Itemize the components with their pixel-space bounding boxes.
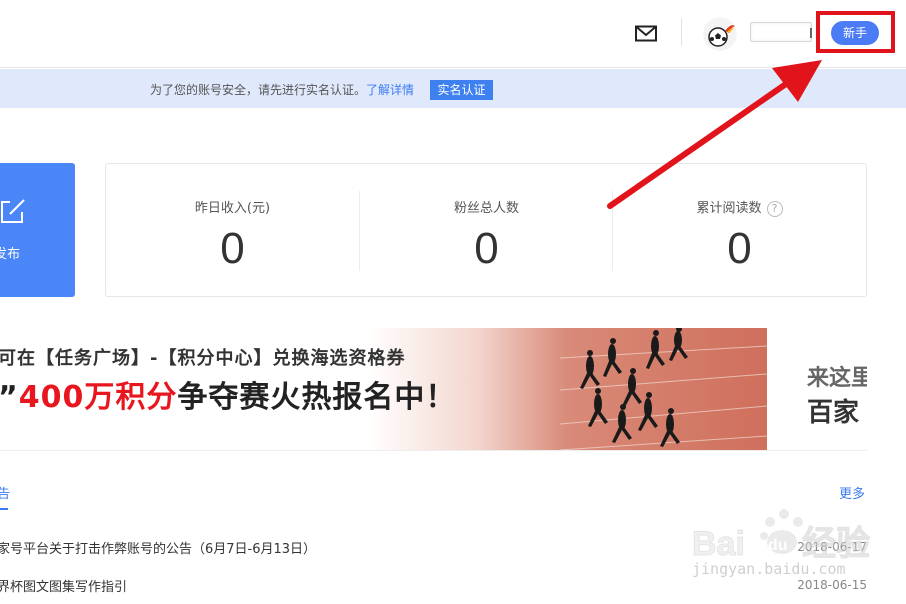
banner2-line2: 百家 [807,398,860,428]
banner-subtitle: 可在【任务广场】-【积分中心】兑换海选资格券 [0,348,406,369]
stat-value: 0 [220,224,245,273]
learn-more-link[interactable]: 了解详情 [366,81,414,98]
username-caret [810,28,814,38]
banner-headline: ”400万积分争夺赛火热报名中！ [0,372,456,416]
section-divider [0,450,867,451]
announcement-title: 界杯图文图集写作指引 [0,580,128,595]
stat-value: 0 [727,224,752,273]
avatar[interactable] [703,17,737,51]
svg-text:Bai: Bai [692,525,745,563]
banner2-line1: 来这里 [807,366,867,391]
verify-button[interactable]: 实名认证 [430,80,493,100]
promo-banner-secondary[interactable]: 来这里 百家 [767,328,867,450]
annotation-arrow [607,60,822,209]
svg-text:du: du [768,537,788,554]
baidu-watermark: Bai 经验 du [692,509,871,564]
username-field[interactable] [750,22,812,42]
notice-text: 为了您的账号安全，请先进行实名认证。 [150,83,367,97]
runners-image [560,328,767,450]
promo-banner[interactable]: 可在【任务广场】-【积分中心】兑换海选资格券 ”400万积分争夺赛火热报名中！ [0,328,767,450]
stat-label: 昨日收入(元) [194,201,271,216]
tab-announcements[interactable]: 告 [0,483,10,502]
stat-fans: 粉丝总人数 0 [360,164,613,298]
publish-label: 发布 [0,247,21,262]
mail-icon[interactable] [635,25,657,42]
stat-label: 粉丝总人数 [453,201,519,216]
highlight-annotation [816,11,895,53]
header-divider [681,18,682,46]
watermark-url: jingyan.baidu.com [692,560,846,578]
publish-card[interactable]: 发布 [0,163,75,297]
stat-value: 0 [474,224,499,273]
headline-prefix: ” [0,380,19,415]
svg-text:经验: 经验 [802,524,870,563]
stat-income: 昨日收入(元) 0 [106,164,359,298]
announcement-title: 家号平台关于打击作弊账号的公告（6月7日-6月13日） [0,542,317,557]
headline-suffix: 争夺赛火热报名中！ [177,380,457,415]
edit-icon [1,199,25,223]
tab-active-indicator [0,508,8,510]
headline-highlight: 400万积分 [18,380,178,415]
